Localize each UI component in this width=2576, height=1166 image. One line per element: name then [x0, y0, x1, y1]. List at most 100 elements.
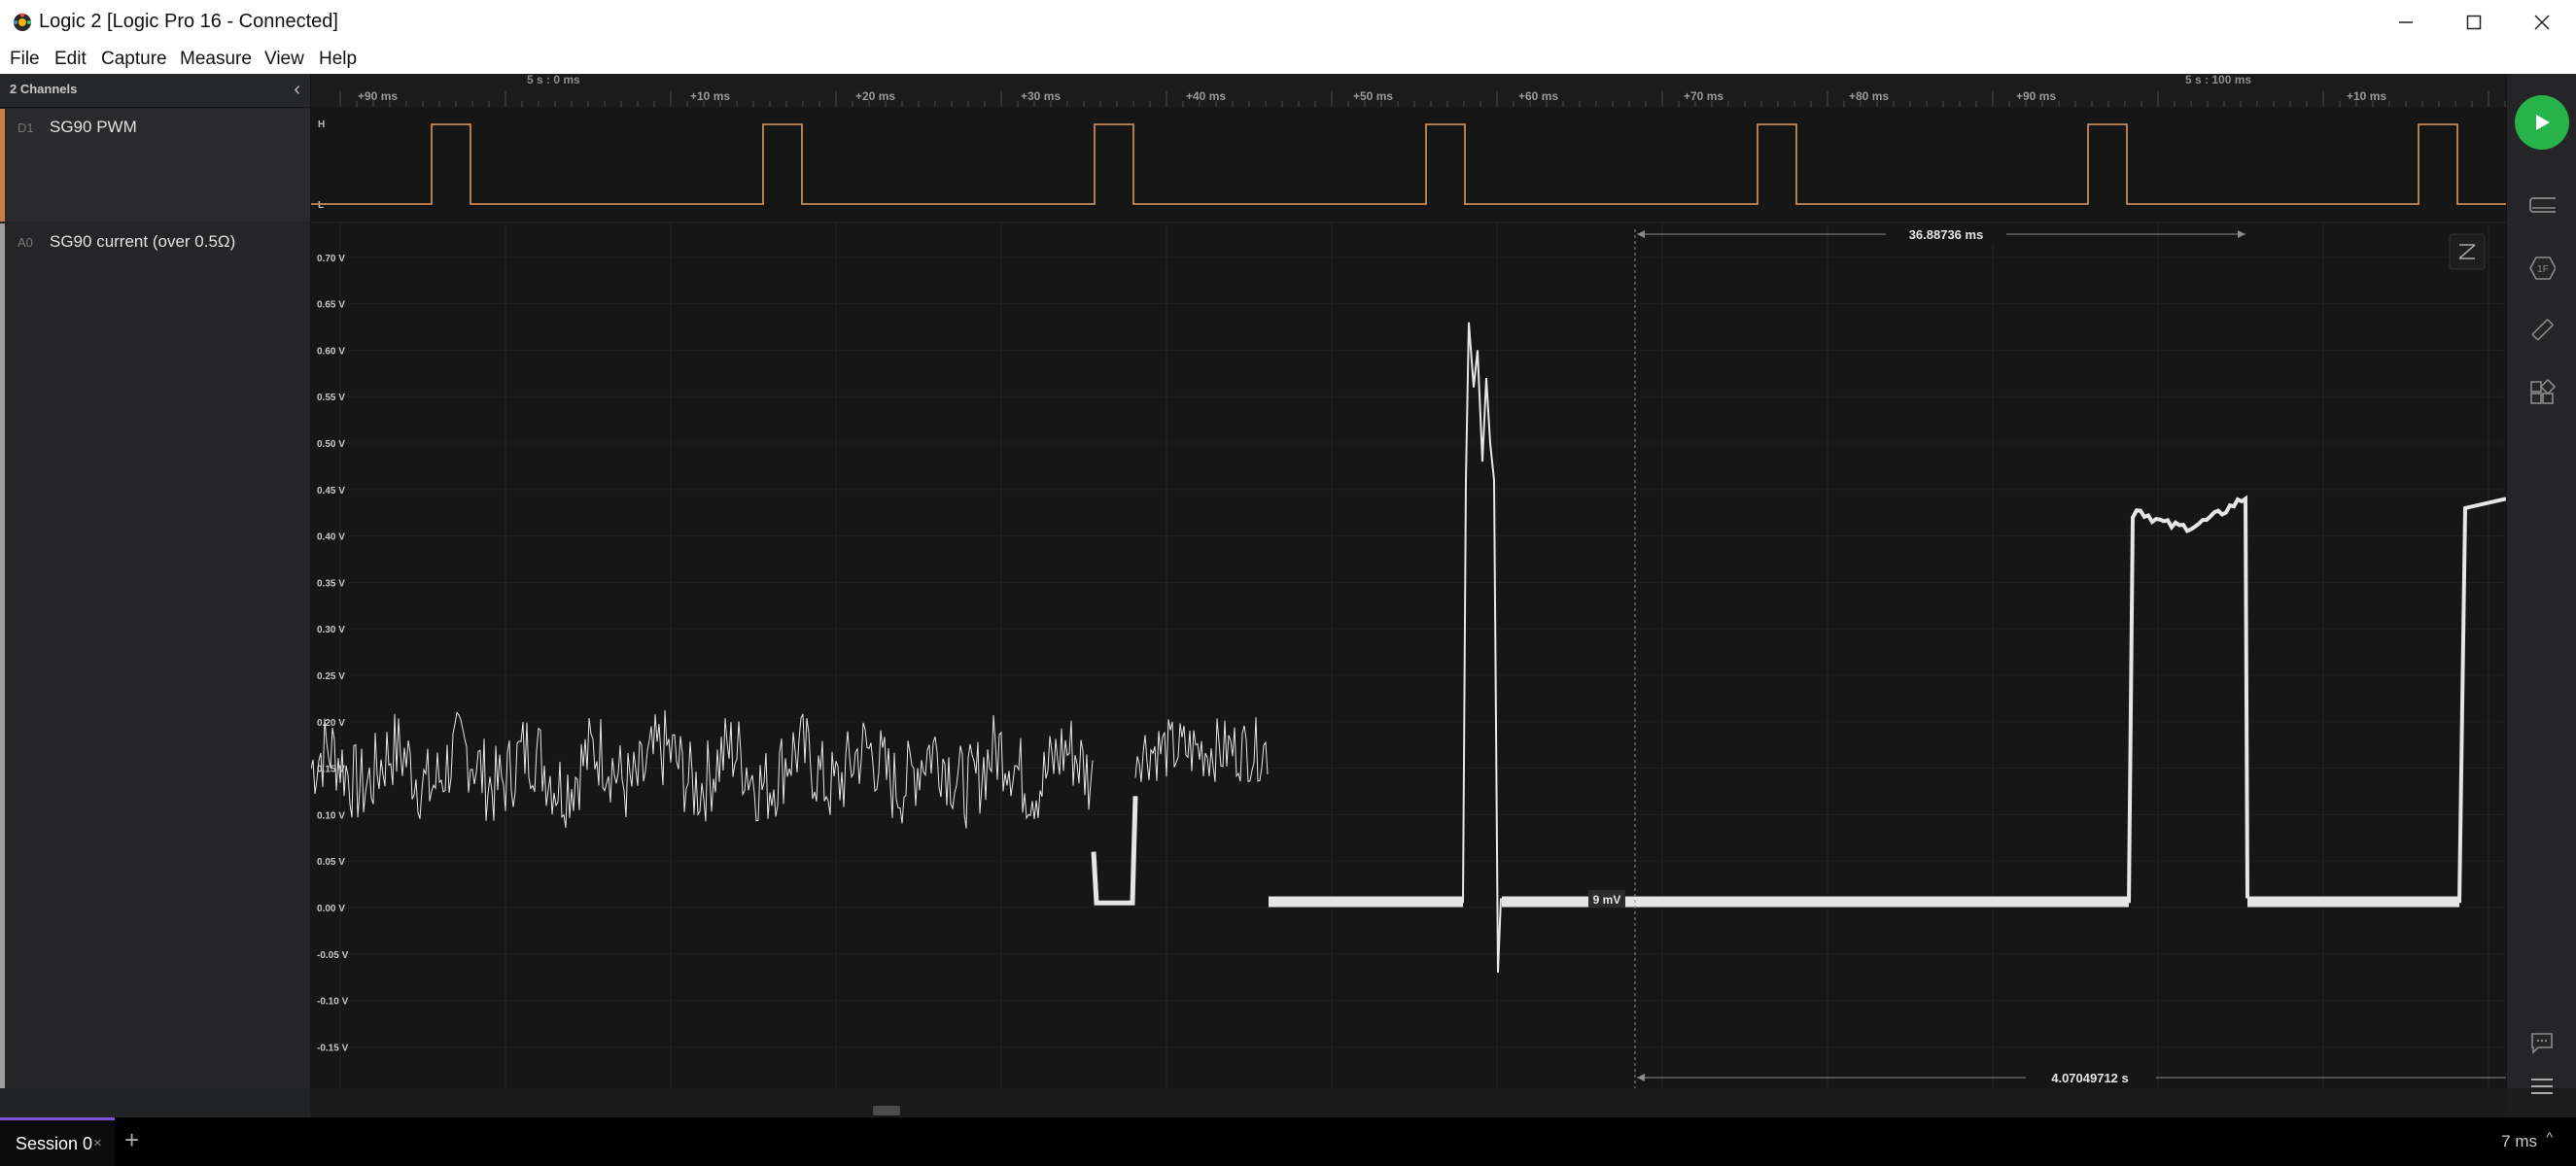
session-bar: Session 0 × + 7 ms ^	[0, 1117, 2576, 1166]
session-tab[interactable]: Session 0 ×	[0, 1117, 115, 1166]
analog-segment	[1462, 322, 1502, 973]
maximize-button[interactable]	[2440, 0, 2508, 45]
analyzers-icon	[2529, 197, 2556, 213]
channels-count: 2 Channels	[10, 82, 78, 96]
ruler-tick-label: +10 ms	[2347, 89, 2386, 103]
time-ruler[interactable]	[311, 74, 2506, 107]
arrow-right-icon	[2238, 230, 2245, 238]
y-axis-label: -0.15 V	[317, 1043, 349, 1053]
vertical-gridlines	[339, 109, 2489, 1088]
analog-band	[1269, 896, 1463, 908]
zoom-level[interactable]: 7 ms	[2501, 1132, 2537, 1151]
analog-segment	[2127, 495, 2249, 904]
y-axis-label: 0.00 V	[317, 904, 345, 914]
y-axis-label: 0.70 V	[317, 254, 345, 264]
channels-header: 2 Channels ‹	[0, 74, 310, 108]
analog-band	[2247, 896, 2459, 908]
y-axis-label: 0.35 V	[317, 578, 345, 589]
measurement-top: 36.88736 ms	[1909, 227, 1984, 242]
y-axis-label: 0.45 V	[317, 486, 345, 497]
analog-trace	[311, 322, 2506, 973]
start-capture-button[interactable]	[2515, 95, 2569, 150]
menu-icon	[2531, 1079, 2553, 1094]
feedback-button[interactable]	[2528, 1030, 2556, 1057]
ruler-major-label: 5 s : 0 ms	[527, 74, 580, 86]
chevron-left-icon[interactable]: ‹	[294, 79, 300, 101]
channel-index: D1	[17, 120, 34, 135]
analog-segment	[1134, 717, 1269, 783]
y-axis-label: 0.65 V	[317, 300, 345, 311]
extensions-icon	[2530, 379, 2556, 404]
digital-high-label: H	[318, 120, 325, 130]
ruler-tick-label: +50 ms	[1353, 89, 1393, 103]
window-title: Logic 2 [Logic Pro 16 - Connected]	[39, 11, 338, 32]
analyzers-button[interactable]	[2528, 192, 2556, 220]
waveform-canvas[interactable]: 5 s : 0 ms 5 s : 100 ms +90 ms +10 ms +2…	[311, 74, 2506, 1088]
scroll-thumb[interactable]	[873, 1106, 900, 1115]
channel-index: A0	[17, 235, 33, 250]
y-axis-label: 0.10 V	[317, 810, 345, 821]
feedback-icon	[2531, 1033, 2553, 1054]
session-tab-label[interactable]: Session 0	[16, 1134, 92, 1154]
measure-icon	[2531, 319, 2554, 341]
timing-marker-button[interactable]: 1F	[2528, 255, 2556, 282]
title-bar: Logic 2 [Logic Pro 16 - Connected]	[0, 0, 2576, 45]
maximize-icon	[2466, 15, 2482, 30]
extensions-button[interactable]	[2528, 379, 2556, 406]
analog-segment	[1091, 796, 1138, 906]
y-axis-label: 0.30 V	[317, 625, 345, 635]
ruler-major-label: 5 s : 100 ms	[2185, 74, 2251, 86]
horizontal-scrollbar[interactable]	[311, 1088, 2506, 1117]
menu-measure[interactable]: Measure	[180, 49, 252, 70]
ruler-tick-label: +60 ms	[1518, 89, 1558, 103]
waveform-view[interactable]: 5 s : 0 ms 5 s : 100 ms +90 ms +10 ms +2…	[311, 74, 2506, 1088]
left-panel-footer	[0, 1088, 310, 1117]
y-axis-label: 0.55 V	[317, 393, 345, 403]
y-axis-label: 0.25 V	[317, 671, 345, 682]
main-menu-button[interactable]	[2528, 1073, 2556, 1100]
menu-capture[interactable]: Capture	[101, 49, 167, 70]
measure-button[interactable]	[2528, 317, 2556, 344]
arrow-left-icon	[1637, 1074, 1645, 1081]
channel-a0[interactable]: A0 SG90 current (over 0.5Ω)	[0, 223, 310, 1088]
arrow-left-icon	[1637, 230, 1645, 238]
menu-help[interactable]: Help	[319, 49, 357, 70]
y-axis-label: -0.05 V	[317, 950, 349, 961]
add-session-button[interactable]: +	[124, 1125, 139, 1155]
y-axis-label: 0.20 V	[317, 718, 345, 729]
chevron-up-icon[interactable]: ^	[2546, 1129, 2553, 1145]
digital-low-label: L	[318, 200, 324, 211]
channel-panel: 2 Channels ‹ D1 SG90 PWM A0 SG90 current…	[0, 74, 311, 1088]
menu-view[interactable]: View	[264, 49, 304, 70]
measurement-bottom: 4.07049712 s	[2051, 1071, 2129, 1085]
timing-marker-icon: 1F	[2529, 257, 2556, 280]
y-axis-label: 0.60 V	[317, 346, 345, 357]
ruler-tick-label: +20 ms	[855, 89, 895, 103]
analog-y-axis: 0.70 V 0.65 V 0.60 V 0.55 V 0.50 V 0.45 V 0.40…	[317, 254, 2506, 1053]
ruler-tick-label: +40 ms	[1186, 89, 1226, 103]
menu-edit[interactable]: Edit	[54, 49, 87, 70]
analog-segment	[311, 709, 1094, 829]
ruler-tick-label: +30 ms	[1021, 89, 1061, 103]
close-session-icon[interactable]: ×	[93, 1135, 102, 1151]
y-axis-label: -0.10 V	[317, 997, 349, 1008]
cursor-value: 9 mV	[1593, 893, 1621, 907]
y-axis-label: 0.05 V	[317, 857, 345, 868]
y-axis-label: 0.40 V	[317, 532, 345, 543]
minimize-button[interactable]	[2372, 0, 2440, 45]
channel-d1[interactable]: D1 SG90 PWM	[0, 109, 310, 222]
ruler-tick-label: +80 ms	[1849, 89, 1889, 103]
close-icon	[2534, 15, 2550, 30]
channel-name[interactable]: SG90 current (over 0.5Ω)	[50, 232, 235, 252]
ruler-tick-label: +70 ms	[1684, 89, 1723, 103]
ruler-tick-label: +90 ms	[358, 89, 398, 103]
channel-name[interactable]: SG90 PWM	[50, 118, 137, 137]
right-toolbar: 1F	[2506, 74, 2576, 1094]
analog-segment	[2457, 497, 2506, 904]
minimize-icon	[2399, 21, 2413, 23]
ruler-tick-label: +90 ms	[2016, 89, 2056, 103]
menu-file[interactable]: File	[10, 49, 40, 70]
ruler-tick-label: +10 ms	[690, 89, 730, 103]
svg-text:1F: 1F	[2537, 264, 2549, 275]
close-button[interactable]	[2508, 0, 2576, 45]
